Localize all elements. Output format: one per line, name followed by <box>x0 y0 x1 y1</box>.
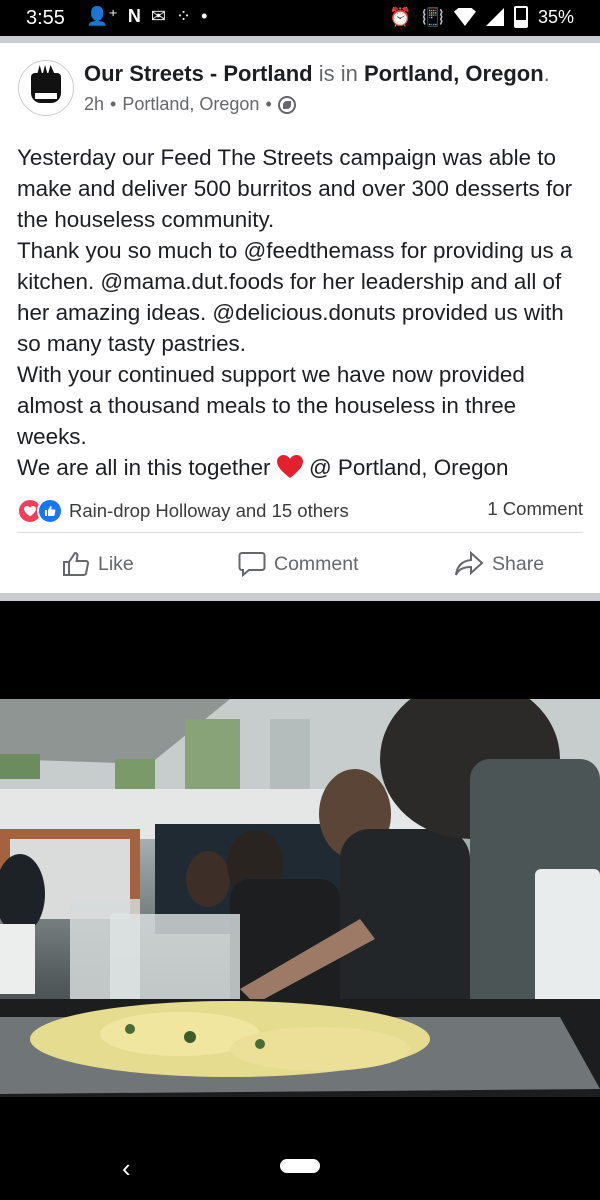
gmail-notification-icon: ✉ <box>150 6 167 26</box>
comment-label: Comment <box>274 552 359 575</box>
kitchen-volunteers-photo <box>0 699 600 1097</box>
dot-separator-icon: • <box>265 94 272 114</box>
like-reaction-icon <box>37 498 63 524</box>
vibrate-icon: 📳 <box>421 6 444 27</box>
home-pill-button[interactable] <box>280 1159 320 1173</box>
alarm-icon: ⏰ <box>389 6 412 27</box>
post-body: Yesterday our Feed The Streets campaign … <box>17 142 587 483</box>
our-streets-logo-icon <box>31 73 61 103</box>
post-paragraph: With your continued support we have now … <box>17 362 525 449</box>
post-actions: Like Comment Share <box>0 533 600 593</box>
wifi-icon <box>453 8 476 26</box>
reactions-summary[interactable]: Rain-drop Holloway and 15 others <box>17 498 349 524</box>
post-header: Our Streets - Portland is in Portland, O… <box>84 61 550 87</box>
separator <box>0 36 600 43</box>
post-card: Our Streets - Portland is in Portland, O… <box>0 43 600 593</box>
is-in-text: is in <box>318 61 358 86</box>
header-period: . <box>543 61 550 86</box>
comment-bubble-icon <box>238 552 266 577</box>
add-person-notification-icon: 👤⁺ <box>86 6 118 26</box>
page-avatar[interactable] <box>18 60 74 116</box>
battery-icon <box>513 6 528 28</box>
cell-signal-icon <box>485 8 504 26</box>
like-label: Like <box>98 552 134 575</box>
dot-separator-icon: • <box>110 94 117 114</box>
red-heart-icon <box>276 455 303 478</box>
share-arrow-icon <box>455 551 484 576</box>
comments-count-link[interactable]: 1 Comment <box>487 498 583 520</box>
post-meta: 2h • Portland, Oregon • <box>84 94 296 115</box>
post-last-line: We are all in this together @ Portland, … <box>17 452 587 483</box>
last-line-location[interactable]: @ Portland, Oregon <box>309 455 508 480</box>
location-link[interactable]: Portland, Oregon <box>364 61 544 86</box>
battery-percent: 35% <box>537 6 574 27</box>
more-notifications-dot-icon: • <box>201 6 208 26</box>
post-paragraph: Yesterday our Feed The Streets campaign … <box>17 145 573 232</box>
back-chevron-icon[interactable]: ‹ <box>122 1153 131 1184</box>
separator <box>0 593 600 601</box>
share-button[interactable]: Share <box>454 551 544 577</box>
post-time[interactable]: 2h <box>84 94 104 115</box>
assistant-notification-icon: ⁘ <box>176 6 192 26</box>
status-bar: 3:55 👤⁺ N ✉ ⁘ • ⏰ 📳 35% <box>0 0 600 36</box>
comment-button[interactable]: Comment <box>238 551 359 577</box>
status-time: 3:55 <box>26 7 65 29</box>
like-button[interactable]: Like <box>62 551 134 577</box>
globe-icon <box>277 95 296 114</box>
meta-location[interactable]: Portland, Oregon <box>122 94 259 115</box>
reactions-text: Rain-drop Holloway and 15 others <box>69 500 349 521</box>
thumbs-up-icon <box>63 551 90 576</box>
post-media[interactable] <box>0 601 600 1101</box>
post-paragraph: Thank you so much to @feedthemass for pr… <box>17 238 573 356</box>
share-label: Share <box>492 552 545 575</box>
n-app-notification-icon: N <box>127 6 141 26</box>
last-line-text: We are all in this together <box>17 455 271 480</box>
navigation-bar: ‹ <box>0 1101 600 1200</box>
page-name-link[interactable]: Our Streets - Portland <box>84 61 313 86</box>
